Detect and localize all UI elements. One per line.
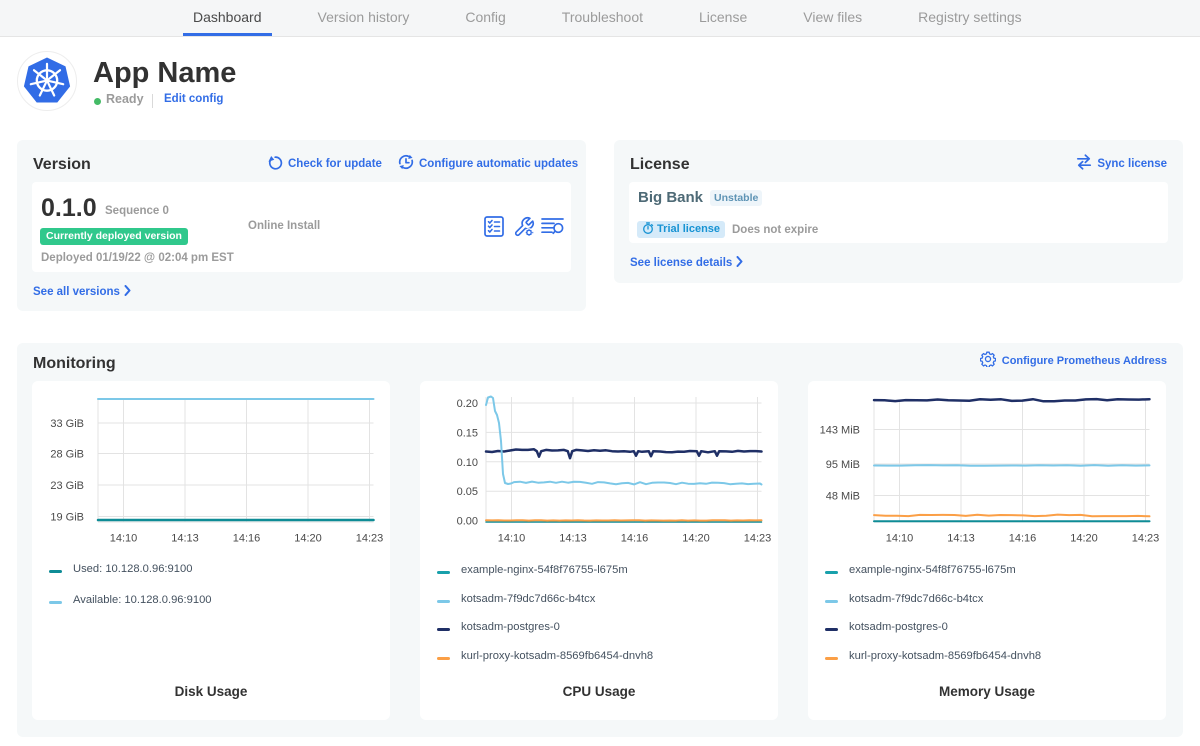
svg-text:23 GiB: 23 GiB [50,480,84,492]
svg-text:143 MiB: 143 MiB [820,425,860,437]
svg-text:28 GiB: 28 GiB [50,449,84,461]
svg-text:14:20: 14:20 [294,533,322,544]
svg-text:14:23: 14:23 [744,533,772,544]
svg-text:0.05: 0.05 [457,486,478,498]
svg-text:14:13: 14:13 [559,533,587,544]
svg-text:95 MiB: 95 MiB [826,459,860,471]
svg-text:14:10: 14:10 [886,533,914,544]
svg-text:14:20: 14:20 [1070,533,1098,544]
svg-text:0.00: 0.00 [457,516,478,528]
svg-text:14:10: 14:10 [110,533,138,544]
svg-text:14:13: 14:13 [171,533,199,544]
svg-text:19 GiB: 19 GiB [50,512,84,524]
svg-text:14:13: 14:13 [947,533,975,544]
svg-text:48 MiB: 48 MiB [826,491,860,503]
svg-text:33 GiB: 33 GiB [50,418,84,430]
svg-text:14:23: 14:23 [356,533,384,544]
svg-text:14:20: 14:20 [682,533,710,544]
svg-text:14:16: 14:16 [233,533,261,544]
svg-text:0.15: 0.15 [457,427,478,439]
svg-text:14:16: 14:16 [621,533,649,544]
svg-text:14:16: 14:16 [1009,533,1037,544]
svg-text:0.10: 0.10 [457,457,478,469]
svg-text:0.20: 0.20 [457,398,478,410]
svg-text:14:10: 14:10 [498,533,526,544]
svg-text:14:23: 14:23 [1132,533,1160,544]
